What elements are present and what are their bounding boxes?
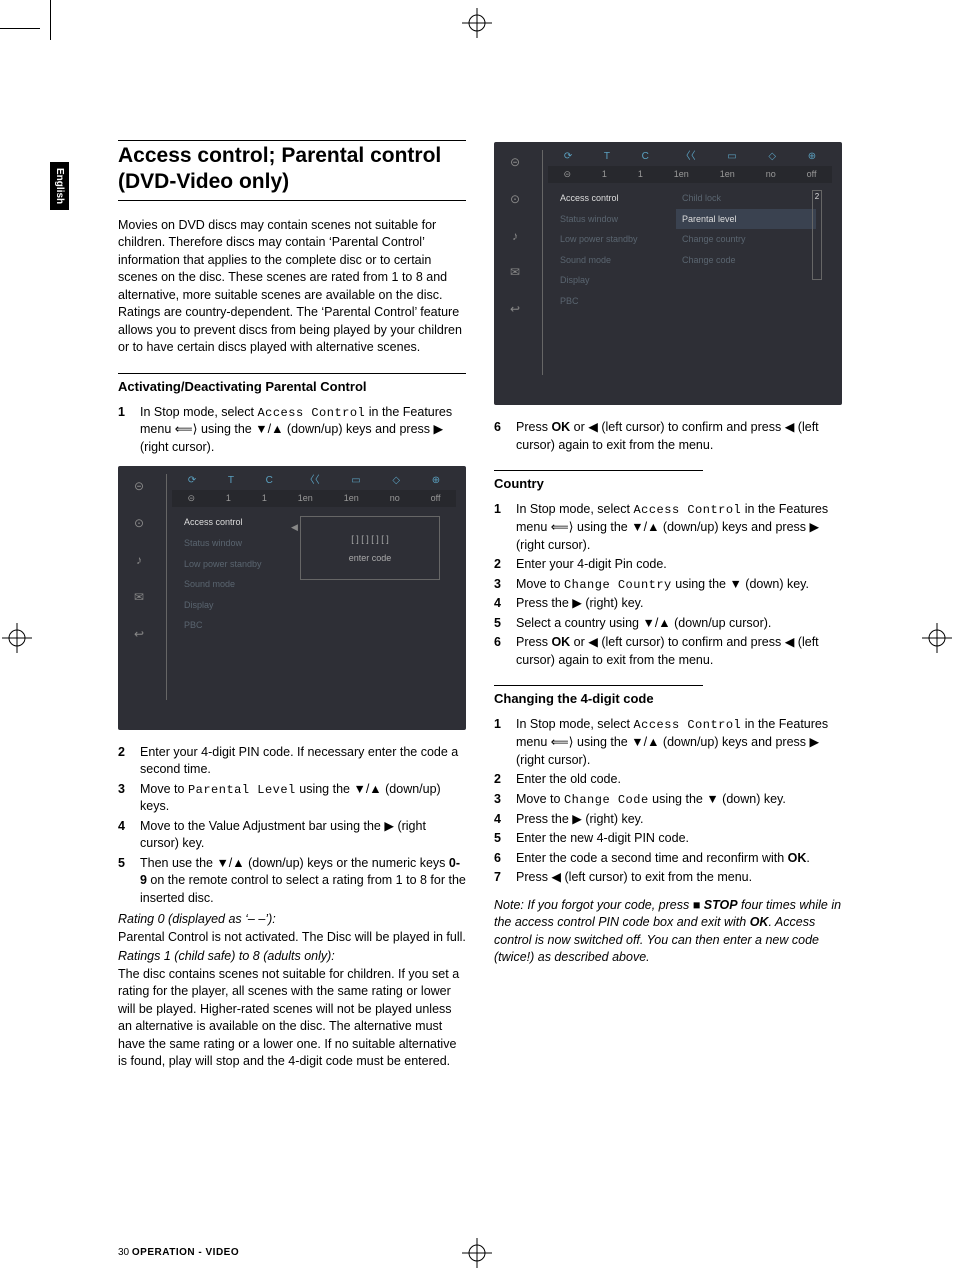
intro-paragraph: Movies on DVD discs may contain scenes n… <box>118 217 466 357</box>
left-column: Access control; Parental control (DVD-Vi… <box>118 140 466 1206</box>
registration-mark-bottom <box>462 1238 492 1268</box>
speech-icon: ✉ <box>510 264 520 281</box>
list-item: 1 In Stop mode, select Access Control in… <box>494 716 842 769</box>
note-icon: ♪ <box>512 228 518 245</box>
list-item: 7Press ◀ (left cursor) to exit from the … <box>494 869 842 887</box>
back-icon: ↩ <box>510 301 520 318</box>
level-bar: 2 <box>812 190 822 280</box>
note-icon: ♪ <box>136 552 142 569</box>
list-item: 6 Enter the code a second time and recon… <box>494 850 842 868</box>
list-item: 5Select a country using ▼/▲ (down/up cur… <box>494 615 842 633</box>
list-item: 3 Move to Change Code using the ▼ (down)… <box>494 791 842 809</box>
list-item: 1 In Stop mode, select Access Control in… <box>118 404 466 457</box>
list-item: 3 Move to Change Country using the ▼ (do… <box>494 576 842 594</box>
registration-mark-top <box>462 8 492 38</box>
registration-mark-left <box>2 623 32 653</box>
list-item: 5 Then use the ▼/▲ (down/up) keys or the… <box>118 855 466 908</box>
heading-activate: Activating/Deactivating Parental Control <box>118 373 466 396</box>
page-footer: 30 OPERATION - VIDEO <box>118 1247 239 1258</box>
crop-line <box>50 0 51 40</box>
osd-screenshot-enter-code: ⟳ T C 〈〈 ▭ ◇ ⊕ ⊝ 1 1 1en 1en no off ⊝ ⊙ <box>118 466 466 729</box>
right-column: ⟳ T C 〈〈 ▭ ◇ ⊕ ⊝ 1 1 1en 1en no off ⊝ ⊙ <box>494 140 842 1206</box>
eye-icon: ⊙ <box>510 191 520 208</box>
list-item: 4Press the ▶ (right) key. <box>494 595 842 613</box>
gear-icon: ⊝ <box>134 478 144 495</box>
heading-country: Country <box>494 470 703 493</box>
rating-1-heading: Ratings 1 (child safe) to 8 (adults only… <box>118 948 466 966</box>
list-item: 6 Press OK or ◀ (left cursor) to confirm… <box>494 419 842 454</box>
menu-icon: ⟸⟩ <box>551 520 574 534</box>
osd-screenshot-parental-level: ⟳ T C 〈〈 ▭ ◇ ⊕ ⊝ 1 1 1en 1en no off ⊝ ⊙ <box>494 142 842 405</box>
back-icon: ↩ <box>134 626 144 643</box>
list-item: 4Press the ▶ (right) key. <box>494 811 842 829</box>
rating-0-body: Parental Control is not activated. The D… <box>118 929 466 947</box>
list-item: 5Enter the new 4-digit PIN code. <box>494 830 842 848</box>
page-number: 30 <box>118 1247 129 1258</box>
step-number: 1 <box>118 404 140 457</box>
list-item: 6 Press OK or ◀ (left cursor) to confirm… <box>494 634 842 669</box>
pin-code-field: [ ] [ ] [ ] [ ] <box>305 533 435 546</box>
list-item: 1 In Stop mode, select Access Control in… <box>494 501 842 554</box>
list-item: 2Enter your 4-digit Pin code. <box>494 556 842 574</box>
footer-section: OPERATION - VIDEO <box>132 1247 239 1258</box>
registration-mark-right <box>922 623 952 653</box>
list-item: 2Enter the old code. <box>494 771 842 789</box>
list-item: 4 Move to the Value Adjustment bar using… <box>118 818 466 853</box>
heading-change-code: Changing the 4-digit code <box>494 685 703 708</box>
list-item: 2 Enter your 4-digit PIN code. If necess… <box>118 744 466 779</box>
rating-1-body: The disc contains scenes not suitable fo… <box>118 966 466 1071</box>
rating-0-heading: Rating 0 (displayed as ‘– –’): <box>118 911 466 929</box>
step-text: In Stop mode, select Access Control in t… <box>140 404 466 457</box>
gear-icon: ⊝ <box>510 154 520 171</box>
crop-line <box>0 28 40 29</box>
forgot-code-note: Note: If you forgot your code, press ■ S… <box>494 897 842 967</box>
page-content: Access control; Parental control (DVD-Vi… <box>118 140 842 1206</box>
page-title: Access control; Parental control (DVD-Vi… <box>118 140 466 201</box>
speech-icon: ✉ <box>134 589 144 606</box>
menu-icon: ⟸⟩ <box>175 422 198 436</box>
language-tab: English <box>50 162 69 210</box>
eye-icon: ⊙ <box>134 515 144 532</box>
list-item: 3 Move to Parental Level using the ▼/▲ (… <box>118 781 466 816</box>
menu-icon: ⟸⟩ <box>551 735 574 749</box>
